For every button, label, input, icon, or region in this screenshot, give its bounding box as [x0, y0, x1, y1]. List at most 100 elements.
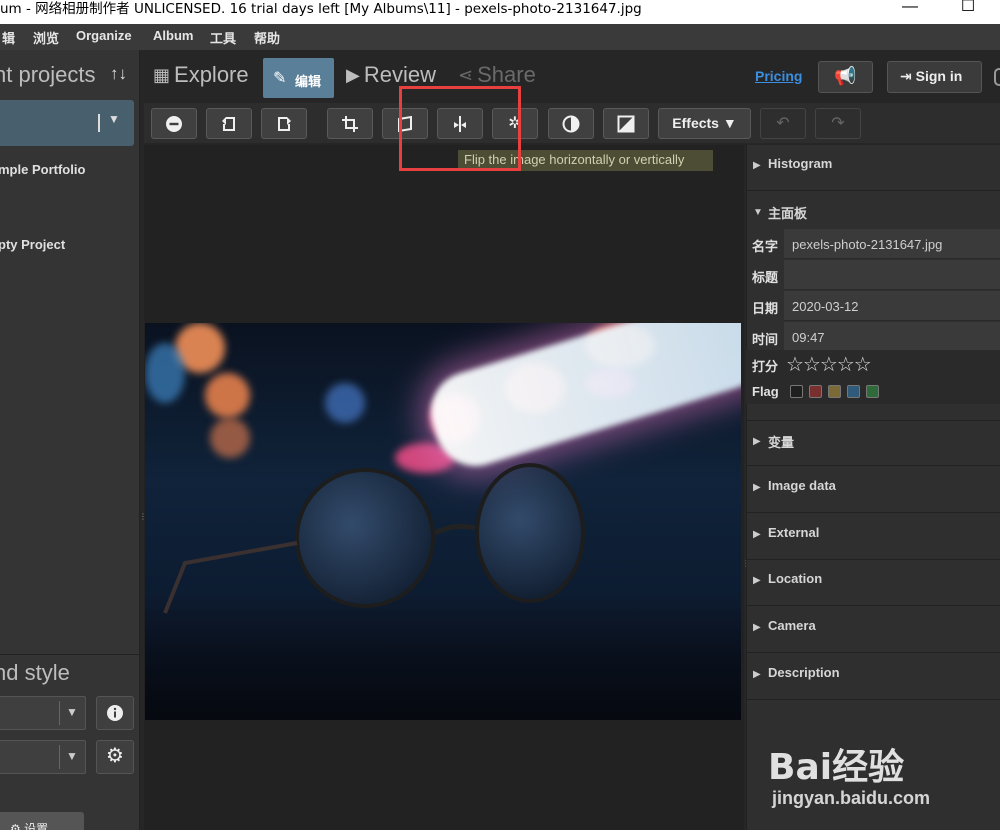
crop-button[interactable]	[327, 108, 373, 139]
chevron-down-icon: ▼	[722, 115, 737, 131]
theme-select[interactable]: ▼	[0, 740, 86, 774]
menu-edit[interactable]: 辑	[2, 28, 15, 47]
projects-heading: nt projects	[0, 62, 96, 87]
rotate-left-icon	[222, 117, 235, 131]
baidu-watermark: Bai经验 jingyan.baidu.com	[768, 718, 968, 818]
photo-preview[interactable]	[145, 323, 741, 720]
style-select[interactable]: ▼	[0, 696, 86, 730]
menu-organize[interactable]: Organize	[76, 28, 132, 43]
megaphone-icon: 📢	[834, 66, 857, 86]
settings-label: 设置	[24, 822, 49, 830]
splitter-handle[interactable]: ⋮	[139, 513, 147, 529]
play-icon: ▶	[346, 65, 360, 85]
redo-button[interactable]: ↷	[815, 108, 861, 139]
chevron-down-icon[interactable]: ▼	[66, 705, 78, 719]
field-value-input[interactable]: 2020-03-12	[784, 291, 1000, 321]
info-icon	[107, 705, 123, 721]
minimize-icon[interactable]: —	[898, 0, 922, 18]
flag-swatch-black[interactable]	[790, 385, 803, 398]
section-external[interactable]: ▶ External	[746, 514, 1000, 560]
pencil-icon: ✎	[273, 70, 287, 87]
window-title: um - 网络相册制作者 UNLICENSED. 16 trial days l…	[0, 1, 642, 17]
rating-stars[interactable]: ☆☆☆☆☆	[786, 352, 872, 377]
menu-help[interactable]: 帮助	[254, 28, 280, 47]
info-button[interactable]	[96, 696, 134, 730]
rotate-right-icon	[278, 117, 291, 131]
chevron-right-icon: ▶	[753, 622, 761, 633]
rotate-right-button[interactable]	[261, 108, 307, 139]
section-camera[interactable]: ▶ Camera	[746, 607, 1000, 653]
tab-explore[interactable]: ▦ Explore	[153, 62, 249, 88]
highlight-box	[399, 86, 521, 171]
flag-swatch-blue[interactable]	[847, 385, 860, 398]
chevron-down-icon[interactable]: ▼	[108, 112, 120, 126]
maximize-icon[interactable]: ☐	[956, 0, 980, 18]
projects-panel: nt projects ↑↓ ▼ mple Portfolio pty Proj…	[0, 50, 140, 830]
sign-in-button[interactable]: ⇥ Sign in	[887, 61, 982, 93]
announcements-button[interactable]: 📢	[818, 61, 873, 93]
section-location[interactable]: ▶ Location	[746, 560, 1000, 606]
section-label: Camera	[768, 618, 816, 633]
flag-swatch-yellow[interactable]	[828, 385, 841, 398]
undo-icon: ↶	[776, 115, 790, 132]
exposure-icon	[617, 115, 635, 133]
effects-dropdown[interactable]: Effects ▼	[658, 108, 751, 139]
section-label: Image data	[768, 478, 836, 493]
field-date: 日期 2020-03-12	[746, 291, 1000, 321]
field-label: 日期	[752, 301, 779, 316]
sign-in-icon: ⇥	[900, 68, 916, 84]
field-label: 标题	[752, 270, 779, 285]
tab-review[interactable]: ▶ Review	[346, 62, 436, 88]
account-icon[interactable]	[994, 68, 1000, 86]
flag-label: Flag	[752, 384, 779, 399]
menu-tools[interactable]: 工具	[210, 28, 236, 47]
tab-edit[interactable]: ✎ 编辑	[263, 58, 334, 98]
select-separator	[59, 745, 60, 769]
section-label: Description	[768, 665, 840, 680]
section-label: Histogram	[768, 156, 833, 171]
style-heading: nd style	[0, 660, 70, 685]
flag-swatch-red[interactable]	[809, 385, 822, 398]
tab-share[interactable]: ⋖ Share	[458, 62, 536, 88]
pricing-link[interactable]: Pricing	[755, 68, 802, 84]
tab-explore-label: Explore	[174, 62, 249, 87]
menu-album[interactable]: Album	[153, 28, 193, 43]
project-item-portfolio[interactable]: mple Portfolio	[0, 162, 85, 177]
section-image-data[interactable]: ▶ Image data	[746, 467, 1000, 513]
field-value-input[interactable]: pexels-photo-2131647.jpg	[784, 229, 1000, 259]
sign-in-label: Sign in	[915, 68, 963, 84]
field-label: 名字	[752, 239, 779, 254]
text-cursor-icon	[98, 114, 100, 132]
gear-icon: ⚙	[10, 822, 25, 830]
chevron-right-icon: ▶	[753, 669, 761, 680]
redo-icon: ↷	[831, 115, 845, 132]
flag-swatch-green[interactable]	[866, 385, 879, 398]
exposure-button[interactable]	[603, 108, 649, 139]
settings-gear-button[interactable]: ⚙	[96, 740, 134, 774]
settings-button[interactable]: ⚙ 设置	[0, 812, 84, 830]
contrast-button[interactable]	[548, 108, 594, 139]
section-label: Location	[768, 571, 823, 586]
chevron-right-icon: ▶	[753, 529, 761, 540]
field-value-input[interactable]	[784, 260, 1000, 290]
field-value-input[interactable]: 09:47	[784, 322, 1000, 352]
project-item-empty[interactable]: pty Project	[0, 237, 65, 252]
section-label: 变量	[768, 435, 795, 450]
divider	[0, 654, 140, 655]
chevron-right-icon: ▶	[753, 160, 761, 171]
grid-icon: ▦	[153, 65, 171, 85]
section-description[interactable]: ▶ Description	[746, 654, 1000, 700]
sort-icon[interactable]: ↑↓	[110, 64, 127, 84]
undo-button[interactable]: ↶	[760, 108, 806, 139]
remove-button[interactable]	[151, 108, 197, 139]
section-variables[interactable]: ▶ 变量	[746, 420, 1000, 466]
contrast-icon	[562, 115, 580, 133]
rotate-left-button[interactable]	[206, 108, 252, 139]
section-histogram[interactable]: ▶ Histogram	[746, 145, 1000, 191]
chevron-down-icon: ▼	[753, 207, 763, 218]
project-selector[interactable]: ▼	[0, 100, 134, 146]
menu-browse[interactable]: 浏览	[33, 28, 59, 47]
chevron-down-icon[interactable]: ▼	[66, 749, 78, 763]
chevron-right-icon: ▶	[753, 482, 761, 493]
tab-edit-label: 编辑	[295, 74, 322, 89]
